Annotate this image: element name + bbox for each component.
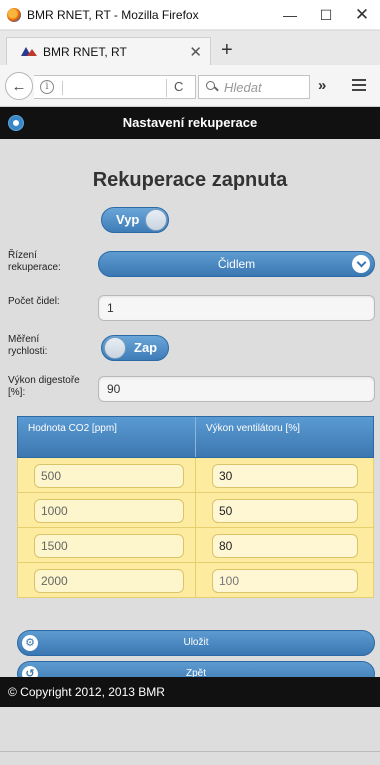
tab-bar: BMR RNET, RT ✕ + (0, 31, 380, 65)
co2-input[interactable]: 1000 (34, 499, 184, 523)
table-row: 500 30 (17, 458, 374, 493)
window-close-button[interactable]: ✕ (340, 0, 380, 30)
control-label: Řízení rekuperace: (8, 250, 61, 273)
back-button[interactable]: ← (5, 72, 33, 100)
search-bar[interactable]: Hledat (198, 75, 310, 99)
hood-power-input[interactable]: 90 (98, 376, 375, 402)
control-select-value: Čidlem (217, 257, 256, 271)
save-button[interactable]: ⚙ Uložit (17, 630, 375, 656)
window-titlebar: BMR RNET, RT - Mozilla Firefox — ☐ ✕ (0, 0, 380, 30)
tab-close-icon[interactable]: ✕ (189, 43, 202, 61)
speed-toggle[interactable]: Zap (101, 335, 169, 361)
table-cell: 50 (196, 493, 374, 527)
url-bar[interactable]: i C (34, 75, 196, 99)
search-placeholder: Hledat (224, 79, 262, 95)
fan-input[interactable]: 80 (212, 534, 358, 558)
overflow-menu-button[interactable]: » (318, 77, 326, 94)
power-toggle-label: Vyp (116, 212, 140, 227)
hood-power-label: Výkon digestoře [%]: (8, 375, 80, 398)
table-row: 2000 100 (17, 563, 374, 598)
table-row: 1000 50 (17, 493, 374, 528)
co2-input[interactable]: 2000 (34, 569, 184, 593)
table-cell: 1500 (18, 528, 196, 562)
co2-input[interactable]: 1500 (34, 534, 184, 558)
page-footer: © Copyright 2012, 2013 BMR (0, 677, 380, 707)
url-separator (62, 81, 63, 95)
sensor-count-input[interactable]: 1 (98, 295, 375, 321)
speed-toggle-label: Zap (134, 340, 158, 355)
hamburger-menu-icon[interactable] (352, 79, 366, 91)
status-title: Rekuperace zapnuta (92, 169, 288, 191)
tab-title: BMR RNET, RT (43, 44, 127, 59)
table-header: Hodnota CO2 [ppm] Výkon ventilátoru [%] (17, 416, 374, 458)
copyright-text: © Copyright 2012, 2013 BMR (8, 685, 165, 699)
site-favicon-icon (21, 47, 37, 56)
navigation-bar: ← i C Hledat » (0, 65, 380, 107)
site-info-icon[interactable]: i (40, 80, 54, 94)
sensor-count-label: Počet čidel: (8, 296, 60, 307)
chevron-down-icon (352, 255, 370, 273)
firefox-logo-icon (7, 7, 21, 22)
table-cell: 2000 (18, 563, 196, 597)
speed-label: Měření rychlosti: (8, 334, 48, 357)
column-header-co2: Hodnota CO2 [ppm] (18, 417, 196, 457)
power-toggle[interactable]: Vyp (101, 207, 169, 233)
page-bottom-area (0, 707, 380, 765)
column-header-fan: Výkon ventilátoru [%] (206, 423, 300, 434)
table-cell: 1000 (18, 493, 196, 527)
save-button-label: Uložit (183, 637, 209, 648)
page-header: Nastavení rekuperace (0, 107, 380, 139)
table-cell: 100 (196, 563, 374, 597)
search-icon (206, 81, 218, 93)
new-tab-button[interactable]: + (221, 40, 233, 60)
reload-icon[interactable]: C (174, 79, 183, 94)
reload-separator (166, 79, 167, 97)
co2-input[interactable]: 500 (34, 464, 184, 488)
main-content: Rekuperace zapnuta Vyp Řízení rekuperace… (0, 139, 380, 687)
window-title: BMR RNET, RT - Mozilla Firefox (27, 7, 199, 22)
speed-toggle-knob (104, 337, 126, 359)
fan-input[interactable]: 100 (212, 569, 358, 593)
table-cell: 80 (196, 528, 374, 562)
page-title: Nastavení rekuperace (122, 115, 258, 130)
control-select[interactable]: Čidlem (98, 251, 375, 277)
fan-input[interactable]: 30 (212, 464, 358, 488)
table-cell: 500 (18, 458, 196, 492)
power-toggle-knob (145, 209, 167, 231)
fan-input[interactable]: 50 (212, 499, 358, 523)
table-row: 1500 80 (17, 528, 374, 563)
browser-tab[interactable]: BMR RNET, RT ✕ (6, 37, 211, 65)
table-cell: 30 (196, 458, 374, 492)
